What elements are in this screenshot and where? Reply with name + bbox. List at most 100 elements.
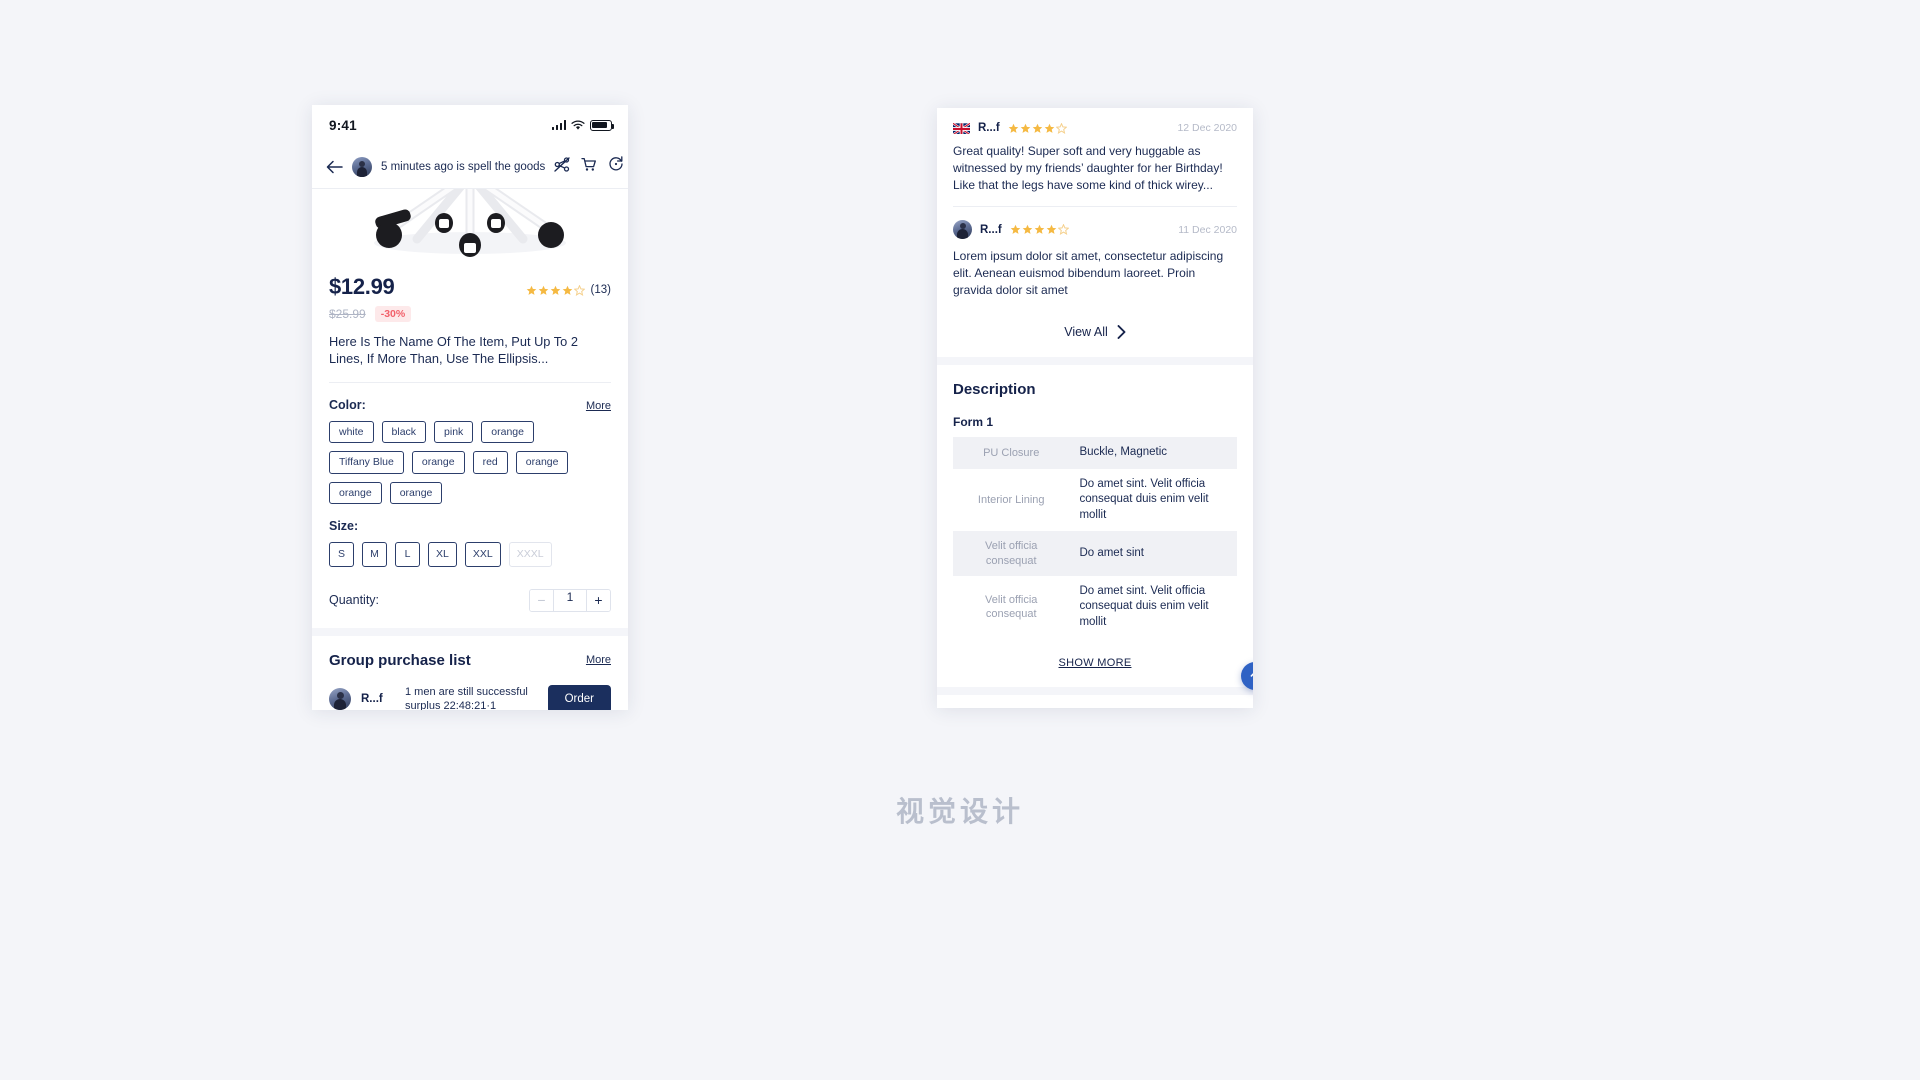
- you-may-also-like-section: You May Also Like SAVE 15%: [937, 687, 1253, 708]
- size-chip-disabled: XXXL: [508, 542, 552, 567]
- divider: [329, 381, 611, 383]
- color-more-link[interactable]: More: [586, 400, 611, 412]
- office-chair-illustration: [374, 189, 566, 257]
- color-chip[interactable]: orange: [481, 420, 534, 444]
- share-off-icon[interactable]: [554, 156, 570, 177]
- table-row: Velit officia consequat Do amet sint: [953, 531, 1237, 576]
- list-item: R...f 1 men are still successful surplus…: [329, 685, 611, 710]
- review-stars: [1008, 122, 1067, 134]
- spec-value: Do amet sint. Velit officia consequat du…: [1079, 477, 1209, 521]
- color-header: Color: More: [329, 398, 611, 412]
- color-chip[interactable]: pink: [434, 420, 474, 444]
- original-price-row: $25.99 -30%: [329, 306, 611, 322]
- review-user-name: R...f: [980, 223, 1002, 236]
- wifi-icon: [571, 119, 585, 130]
- size-options: S M L XL XXL XXXL: [329, 542, 611, 567]
- color-chip[interactable]: orange: [515, 451, 569, 474]
- rating-count: (13): [590, 284, 611, 296]
- battery-icon: [590, 119, 614, 131]
- review-item: R...f 11 Dec 2020 Lorem ipsum dolor sit …: [953, 206, 1237, 311]
- description-section: Description Form 1 PU Closure Buckle, Ma…: [937, 357, 1253, 687]
- color-chip[interactable]: red: [472, 451, 508, 474]
- spec-key: Velit officia consequat: [985, 593, 1038, 621]
- review-text: Lorem ipsum dolor sit amet, consectetur …: [953, 249, 1224, 298]
- review-header: R...f 12 Dec 2020: [953, 122, 1237, 134]
- table-row: PU Closure Buckle, Magnetic: [953, 437, 1237, 469]
- table-row: Interior Lining Do amet sint. Velit offi…: [953, 469, 1237, 532]
- rating-box[interactable]: (13): [526, 284, 611, 300]
- spec-table: PU Closure Buckle, Magnetic Interior Lin…: [953, 437, 1237, 638]
- size-chip[interactable]: L: [395, 542, 420, 567]
- page-caption: 视觉设计: [895, 795, 1024, 828]
- quantity-value[interactable]: 1: [553, 589, 587, 611]
- price-current: $12.99: [329, 274, 395, 299]
- quantity-stepper: − 1 +: [529, 588, 611, 612]
- spec-key: Velit officia consequat: [985, 540, 1038, 567]
- color-label: Color:: [329, 397, 366, 412]
- refresh-icon[interactable]: [608, 156, 624, 177]
- size-header: Size:: [329, 519, 611, 533]
- quantity-increase-button[interactable]: +: [587, 589, 610, 611]
- chevron-right-icon: [1117, 325, 1126, 340]
- review-item: R...f 12 Dec 2020 Great quality! Super s…: [953, 122, 1237, 206]
- order-button[interactable]: Order: [547, 685, 611, 710]
- color-chip[interactable]: orange: [389, 481, 443, 505]
- show-more-label: SHOW MORE: [1058, 657, 1132, 670]
- description-title: Description: [953, 381, 1036, 399]
- size-chip[interactable]: XL: [428, 542, 457, 567]
- price-original: $25.99: [329, 307, 366, 321]
- spec-key: Interior Lining: [977, 493, 1045, 506]
- quantity-label: Quantity:: [329, 593, 380, 608]
- size-chip[interactable]: M: [362, 542, 387, 567]
- arrow-up-icon: [1250, 672, 1253, 677]
- size-chip[interactable]: XXL: [464, 542, 501, 567]
- price-row: $12.99 (13): [329, 261, 611, 300]
- table-row: Velit officia consequat Do amet sint. Ve…: [953, 576, 1237, 639]
- cart-icon[interactable]: [581, 157, 597, 177]
- size-chip[interactable]: S: [329, 542, 354, 567]
- review-stars: [1010, 224, 1069, 236]
- quantity-row: Quantity: − 1 +: [329, 588, 611, 628]
- group-purchase-header: Group purchase list More: [329, 636, 611, 669]
- color-chip[interactable]: black: [381, 420, 427, 444]
- spec-value: Do amet sint. Velit officia consequat du…: [1079, 584, 1209, 628]
- quantity-decrease-button[interactable]: −: [530, 589, 553, 611]
- product-image: [312, 189, 628, 261]
- variant-selectors: Color: More white black pink orange Tiff…: [312, 398, 628, 628]
- uk-flag-icon: [953, 122, 970, 134]
- size-label: Size:: [329, 519, 359, 534]
- group-more-link[interactable]: More: [586, 654, 611, 666]
- group-user-name: R...f: [361, 693, 383, 706]
- nav-title: 5 minutes ago is spell the goods: [381, 160, 546, 173]
- avatar: [352, 156, 372, 177]
- phone-mockup-left: 9:41 5 minutes ago is spell the goods $1…: [312, 105, 628, 710]
- color-chip[interactable]: orange: [411, 451, 465, 474]
- group-status-text: 1 men are still successful surplus 22:48…: [405, 685, 528, 710]
- status-time: 9:41: [329, 117, 357, 133]
- product-title: Here Is The Name Of The Item, Put Up To …: [329, 334, 578, 367]
- color-chip[interactable]: white: [329, 420, 374, 444]
- phone-mockup-right: R...f 12 Dec 2020 Great quality! Super s…: [937, 108, 1253, 708]
- review-header: R...f 11 Dec 2020: [953, 220, 1237, 240]
- color-chip[interactable]: orange: [329, 481, 382, 505]
- color-options: white black pink orange Tiffany Blue ora…: [329, 420, 611, 505]
- color-chip[interactable]: Tiffany Blue: [329, 451, 404, 474]
- spec-value: Buckle, Magnetic: [1079, 446, 1168, 459]
- review-date: 12 Dec 2020: [1177, 122, 1237, 134]
- view-all-reviews-button[interactable]: View All: [953, 311, 1237, 357]
- status-icons: [551, 119, 614, 131]
- review-text: Great quality! Super soft and very hugga…: [953, 144, 1223, 193]
- discount-badge: -30%: [374, 306, 412, 322]
- review-date: 11 Dec 2020: [1178, 223, 1237, 236]
- form-title: Form 1: [953, 415, 994, 430]
- product-summary: $12.99 (13) $25.99 -30% Here Is The Name…: [312, 261, 628, 368]
- cellular-signal-icon: [551, 120, 566, 130]
- back-arrow-icon[interactable]: [326, 160, 343, 174]
- spec-key: PU Closure: [983, 446, 1040, 459]
- group-purchase-title: Group purchase list: [329, 651, 471, 669]
- show-more-button[interactable]: SHOW MORE: [953, 638, 1237, 687]
- rating-stars: [526, 284, 585, 296]
- nav-actions: [554, 156, 624, 177]
- avatar: [329, 688, 351, 710]
- reviews-section: R...f 12 Dec 2020 Great quality! Super s…: [937, 108, 1253, 357]
